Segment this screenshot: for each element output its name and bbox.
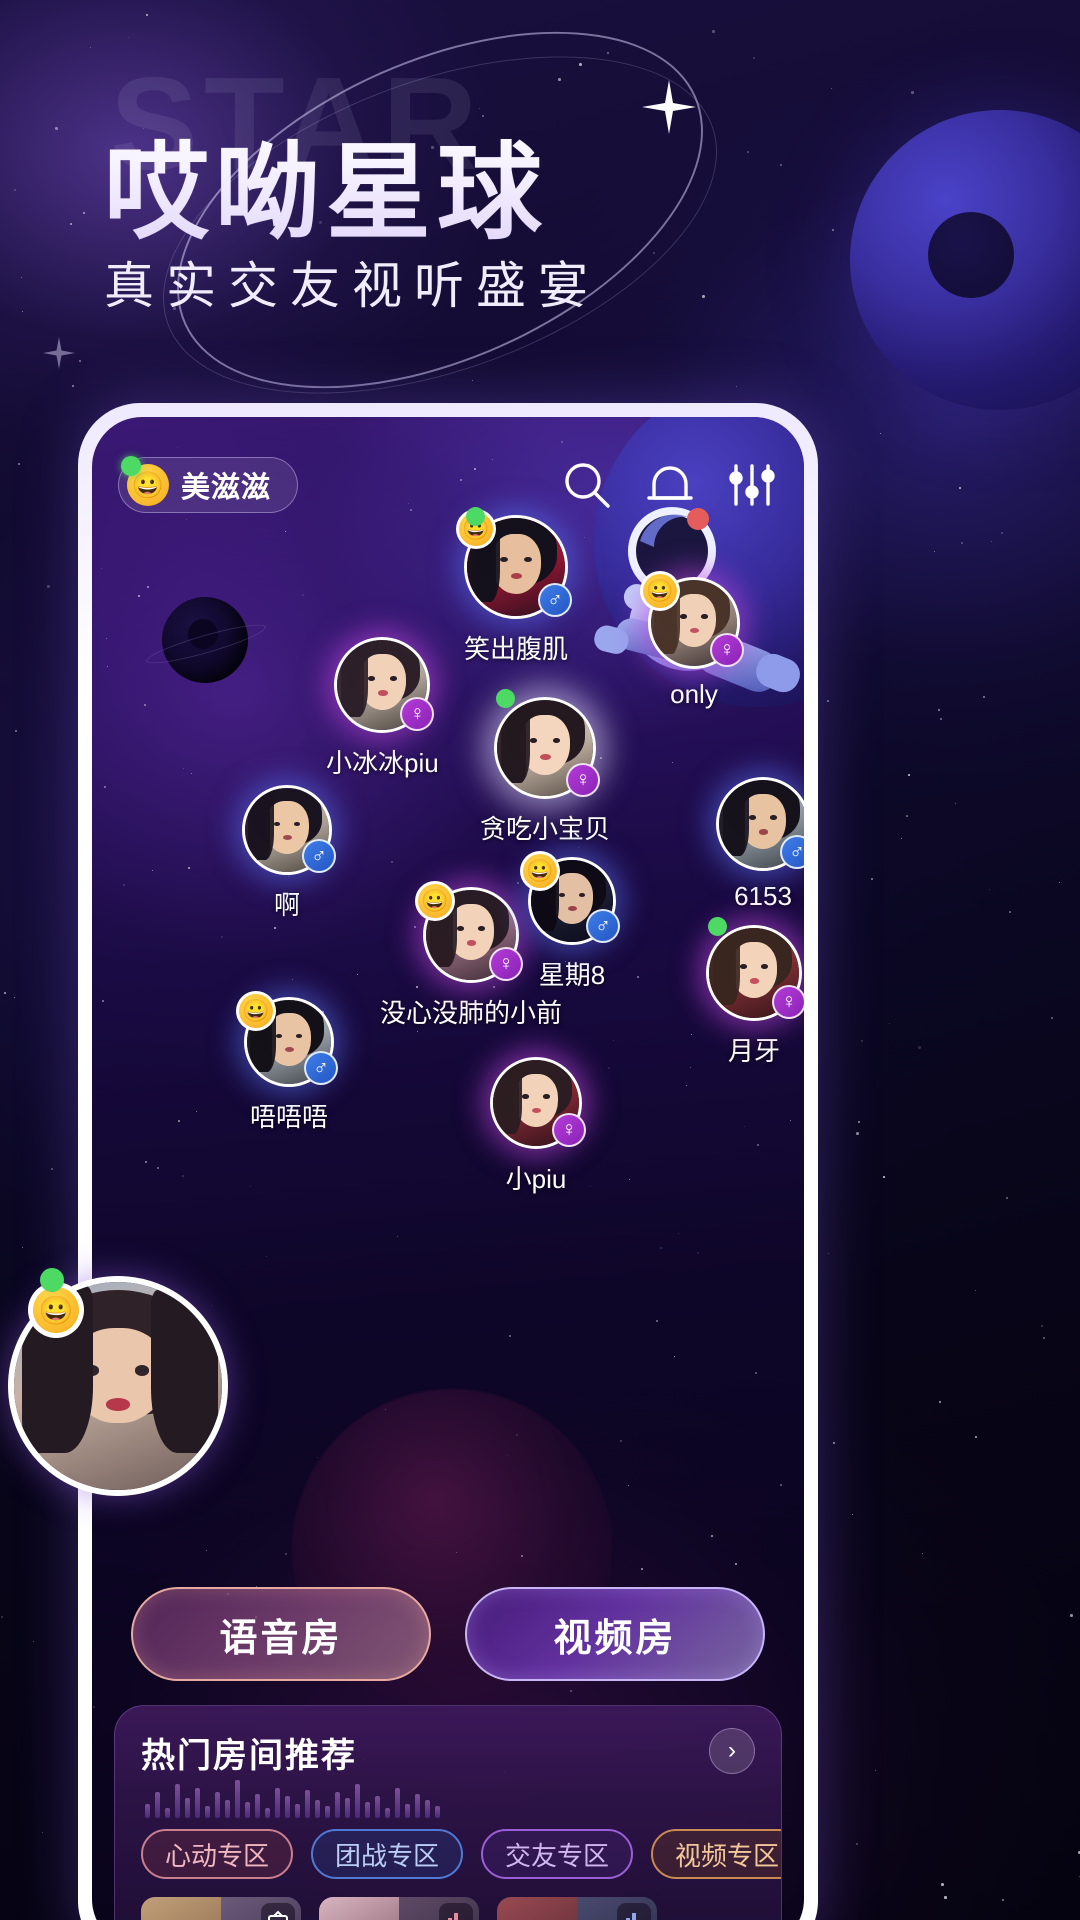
equalizer-decoration <box>145 1780 440 1818</box>
avatar[interactable]: 😀 ♀ <box>415 881 523 983</box>
starmap-user-name: 小冰冰piu <box>326 748 439 778</box>
starmap-user-name: 6153 <box>734 881 792 911</box>
avatar[interactable]: ♂ <box>716 777 804 871</box>
online-status-dot <box>496 689 515 708</box>
page-title: 哎呦星球 <box>104 108 548 260</box>
room-card[interactable] <box>319 1897 479 1920</box>
avatar[interactable]: ♀ <box>490 1057 586 1149</box>
starmap-user-11[interactable]: ♀ 小piu <box>490 1057 586 1196</box>
mood-emoji-badge: 😀 <box>640 571 680 611</box>
gender-badge-male-icon: ♂ <box>302 839 336 873</box>
floating-profile-online-dot <box>40 1268 64 1292</box>
starmap-user-3[interactable]: ♀ 小冰冰piu <box>326 637 439 780</box>
mood-emoji-badge: 😀 <box>520 851 560 891</box>
starmap-user-6[interactable]: ♂ 6153 <box>716 777 804 912</box>
starmap-user-name: 贪吃小宝贝 <box>480 814 611 844</box>
avatar[interactable]: 😀 ♂ <box>520 851 620 945</box>
sparkle-star-small-icon <box>42 336 76 370</box>
gender-badge-female-icon: ♀ <box>489 947 523 981</box>
tag-team-battle-zone[interactable]: 团战专区 <box>311 1829 464 1879</box>
starmap-user-4[interactable]: ♀ 贪吃小宝贝 <box>480 689 611 846</box>
avatar[interactable]: ♀ <box>706 917 804 1021</box>
equalizer-icon <box>439 1903 473 1920</box>
starmap-user-name: 唔唔唔 <box>249 1102 328 1132</box>
gender-badge-male-icon: ♂ <box>304 1051 338 1085</box>
room-category-tags: 心动专区 团战专区 交友专区 视频专区 <box>141 1829 781 1879</box>
online-status-dot <box>708 917 727 936</box>
avatar[interactable]: 😀 ♂ <box>236 991 338 1087</box>
tag-video-zone[interactable]: 视频专区 <box>651 1829 781 1879</box>
gender-badge-female-icon: ♀ <box>400 697 435 731</box>
room-type-buttons: 语音房 视频房 <box>92 1587 804 1681</box>
phone-mockup: 😀 美滋滋 😀 ♂ 笑出腹肌 😀 ♀ only ♀ 小冰冰piu ♀ 贪吃小宝贝… <box>78 403 818 1920</box>
mood-emoji-badge: 😀 <box>415 881 455 921</box>
tv-icon <box>261 1903 295 1920</box>
starmap-user-name: 没心没肺的小前 <box>380 998 563 1028</box>
avatar[interactable]: ♀ <box>494 689 600 799</box>
starmap-user-9[interactable]: ♀ 月牙 <box>706 917 804 1068</box>
phone-screen: 😀 美滋滋 😀 ♂ 笑出腹肌 😀 ♀ only ♀ 小冰冰piu ♀ 贪吃小宝贝… <box>92 417 804 1920</box>
gender-badge-female-icon: ♀ <box>566 763 600 797</box>
starmap-user-10[interactable]: 😀 ♂ 唔唔唔 <box>236 991 338 1134</box>
gender-badge-female-icon: ♀ <box>710 633 744 667</box>
gender-badge-male-icon: ♂ <box>586 909 620 943</box>
gender-badge-male-icon: ♂ <box>538 583 572 617</box>
avatar[interactable]: ♂ <box>242 785 336 875</box>
starmap-user-name: 月牙 <box>727 1036 780 1066</box>
hero-subtitle: 真实交友视听盛宴 <box>104 258 600 314</box>
starmap-user-name: 小piu <box>505 1164 567 1194</box>
equalizer-icon <box>617 1903 651 1920</box>
starmap-user-1[interactable]: 😀 ♂ 笑出腹肌 <box>456 507 572 666</box>
starmap-user-name: 笑出腹肌 <box>464 634 569 664</box>
video-room-button[interactable]: 视频房 <box>465 1587 765 1681</box>
starmap-user-2[interactable]: 😀 ♀ only <box>640 571 744 710</box>
room-card-list <box>141 1897 755 1920</box>
hot-rooms-panel: 热门房间推荐 › 心动专区 团战专区 交友专区 视频专区 <box>114 1705 782 1920</box>
gender-badge-female-icon: ♀ <box>552 1113 586 1147</box>
gender-badge-female-icon: ♀ <box>772 985 804 1019</box>
hot-rooms-title: 热门房间推荐 <box>141 1737 357 1775</box>
mood-emoji-badge: 😀 <box>236 991 276 1031</box>
starmap-user-5[interactable]: ♂ 啊 <box>242 785 336 922</box>
room-card[interactable] <box>141 1897 301 1920</box>
avatar[interactable]: 😀 ♂ <box>456 507 572 619</box>
avatar[interactable]: ♀ <box>334 637 435 733</box>
user-starmap: 😀 ♂ 笑出腹肌 😀 ♀ only ♀ 小冰冰piu ♀ 贪吃小宝贝 ♂ 啊 ♂… <box>92 417 804 1920</box>
avatar[interactable]: 😀 ♀ <box>640 571 744 669</box>
starmap-user-name: 星期8 <box>538 960 606 990</box>
online-status-dot <box>466 507 485 526</box>
tag-heartbeat-zone[interactable]: 心动专区 <box>141 1829 294 1879</box>
tag-friends-zone[interactable]: 交友专区 <box>481 1829 634 1879</box>
sparkle-star-icon <box>640 78 698 136</box>
voice-room-button[interactable]: 语音房 <box>131 1587 431 1681</box>
room-card[interactable] <box>497 1897 657 1920</box>
starmap-user-name: 啊 <box>273 890 300 920</box>
starmap-user-8[interactable]: 😀 ♂ 星期8 <box>520 851 620 992</box>
starmap-user-name: only <box>670 679 718 709</box>
